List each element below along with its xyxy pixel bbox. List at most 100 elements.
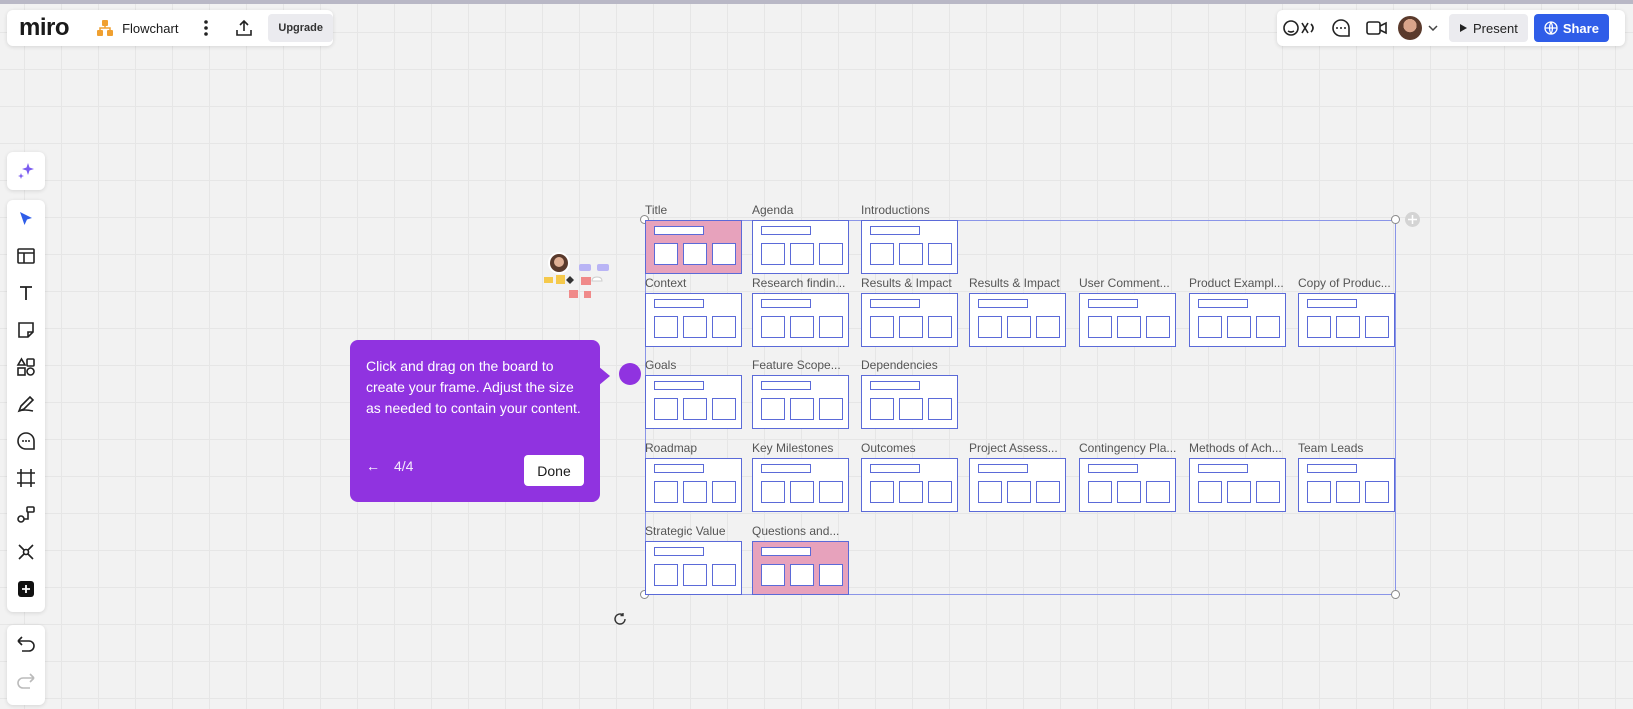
share-button[interactable]: Share — [1533, 14, 1609, 42]
frame-content-box — [870, 398, 894, 420]
undo-button[interactable] — [7, 625, 45, 662]
frame-label[interactable]: Contingency Pla... — [1079, 441, 1176, 455]
frame-thumbnail[interactable] — [1189, 293, 1286, 347]
frame-thumbnail[interactable] — [1298, 293, 1395, 347]
board-header: miro Flowchart Upgrade — [7, 10, 333, 46]
video-icon[interactable] — [1359, 14, 1395, 42]
play-icon — [1460, 24, 1467, 32]
frame-thumbnail[interactable] — [752, 458, 849, 512]
frame-content-box — [761, 481, 785, 503]
sticky-note-tool[interactable] — [7, 311, 45, 348]
frame-label[interactable]: Results & Impact — [969, 276, 1060, 290]
frame-label[interactable]: Roadmap — [645, 441, 697, 455]
frame-thumbnail[interactable] — [645, 293, 742, 347]
frame-thumbnail[interactable] — [752, 541, 849, 595]
frame-content-box — [712, 243, 736, 265]
mindmap-tool[interactable] — [7, 533, 45, 570]
frame-content-box — [790, 564, 814, 586]
frame-thumbnail[interactable] — [645, 220, 742, 274]
frame-label[interactable]: Strategic Value — [645, 524, 726, 538]
collaboration-toolbar: Present Share — [1277, 10, 1625, 46]
frame-label[interactable]: Results & Impact — [861, 276, 952, 290]
frame-thumbnail[interactable] — [969, 293, 1066, 347]
frame-label[interactable]: Team Leads — [1298, 441, 1363, 455]
frame-label[interactable]: Feature Scope... — [752, 358, 841, 372]
frame-content-box — [819, 398, 843, 420]
frame-content-preview — [870, 381, 920, 390]
board-name[interactable]: Flowchart — [122, 21, 178, 36]
undo-icon — [17, 635, 35, 652]
comment-icon — [17, 431, 35, 450]
ai-button[interactable] — [7, 152, 45, 190]
frame-content-preview — [761, 381, 811, 390]
shapes-tool[interactable] — [7, 348, 45, 385]
frame-thumbnail[interactable] — [645, 541, 742, 595]
frame-thumbnail[interactable] — [861, 458, 958, 512]
frame-thumbnail[interactable] — [969, 458, 1066, 512]
frame-thumbnail[interactable] — [645, 458, 742, 512]
frame-content-box — [654, 243, 678, 265]
frame-content-box — [654, 564, 678, 586]
frame-thumbnail[interactable] — [1079, 293, 1176, 347]
frame-label[interactable]: Questions and... — [752, 524, 839, 538]
done-button[interactable]: Done — [524, 455, 584, 486]
frame-thumbnail[interactable] — [752, 375, 849, 429]
frame-label[interactable]: Goals — [645, 358, 676, 372]
templates-tool[interactable] — [7, 237, 45, 274]
miro-logo[interactable]: miro — [19, 14, 80, 42]
frame-thumbnail[interactable] — [1298, 458, 1395, 512]
frame-thumbnail[interactable] — [645, 375, 742, 429]
frame-thumbnail[interactable] — [752, 220, 849, 274]
upgrade-button[interactable]: Upgrade — [268, 14, 333, 42]
frame-label[interactable]: Agenda — [752, 203, 793, 217]
move-handle-icon[interactable] — [1405, 212, 1420, 227]
back-arrow-icon[interactable]: ← — [366, 458, 380, 474]
frame-content-box — [1307, 316, 1331, 338]
frame-tool[interactable] — [7, 459, 45, 496]
frame-thumbnail[interactable] — [752, 293, 849, 347]
frame-label[interactable]: Product Exampl... — [1189, 276, 1284, 290]
select-tool[interactable] — [7, 200, 45, 237]
frame-content-box — [683, 398, 707, 420]
frame-label[interactable]: Dependencies — [861, 358, 938, 372]
frame-label[interactable]: Outcomes — [861, 441, 916, 455]
frame-label[interactable]: Project Assess... — [969, 441, 1058, 455]
frame-label[interactable]: Copy of Produc... — [1298, 276, 1391, 290]
export-icon[interactable] — [232, 14, 257, 42]
comment-tool[interactable] — [7, 422, 45, 459]
frame-content-preview — [978, 464, 1028, 473]
frame-thumbnail[interactable] — [1079, 458, 1176, 512]
frame-label[interactable]: Key Milestones — [752, 441, 833, 455]
frame-content-box — [1088, 481, 1112, 503]
more-vertical-icon[interactable] — [196, 14, 215, 42]
frame-thumbnail[interactable] — [1189, 458, 1286, 512]
reactions-icon[interactable] — [1277, 14, 1323, 42]
share-label: Share — [1562, 20, 1599, 36]
rotate-icon[interactable] — [613, 612, 627, 631]
frame-label[interactable]: Methods of Ach... — [1189, 441, 1282, 455]
tooltip-target-dot — [619, 363, 641, 385]
pen-tool[interactable] — [7, 385, 45, 422]
present-button[interactable]: Present — [1449, 14, 1528, 42]
more-tools[interactable] — [7, 570, 45, 607]
frame-content-box — [683, 564, 707, 586]
frame-thumbnail[interactable] — [861, 220, 958, 274]
tools-toolbar — [7, 200, 45, 612]
avatar-menu[interactable] — [1395, 14, 1441, 42]
frame-content-box — [928, 398, 952, 420]
frame-content-box — [899, 398, 923, 420]
diagram-tool[interactable] — [7, 496, 45, 533]
frame-label[interactable]: Introductions — [861, 203, 930, 217]
frame-label[interactable]: Research findin... — [752, 276, 845, 290]
frame-label[interactable]: User Comment... — [1079, 276, 1170, 290]
redo-button[interactable] — [7, 662, 45, 699]
chat-icon[interactable] — [1323, 14, 1359, 42]
frame-label[interactable]: Context — [645, 276, 686, 290]
resize-handle-top-right[interactable] — [1391, 215, 1400, 224]
text-tool[interactable] — [7, 274, 45, 311]
frame-label[interactable]: Title — [645, 203, 667, 217]
frame-thumbnail[interactable] — [861, 293, 958, 347]
resize-handle-bottom-right[interactable] — [1391, 590, 1400, 599]
frame-icon — [17, 468, 35, 487]
frame-thumbnail[interactable] — [861, 375, 958, 429]
